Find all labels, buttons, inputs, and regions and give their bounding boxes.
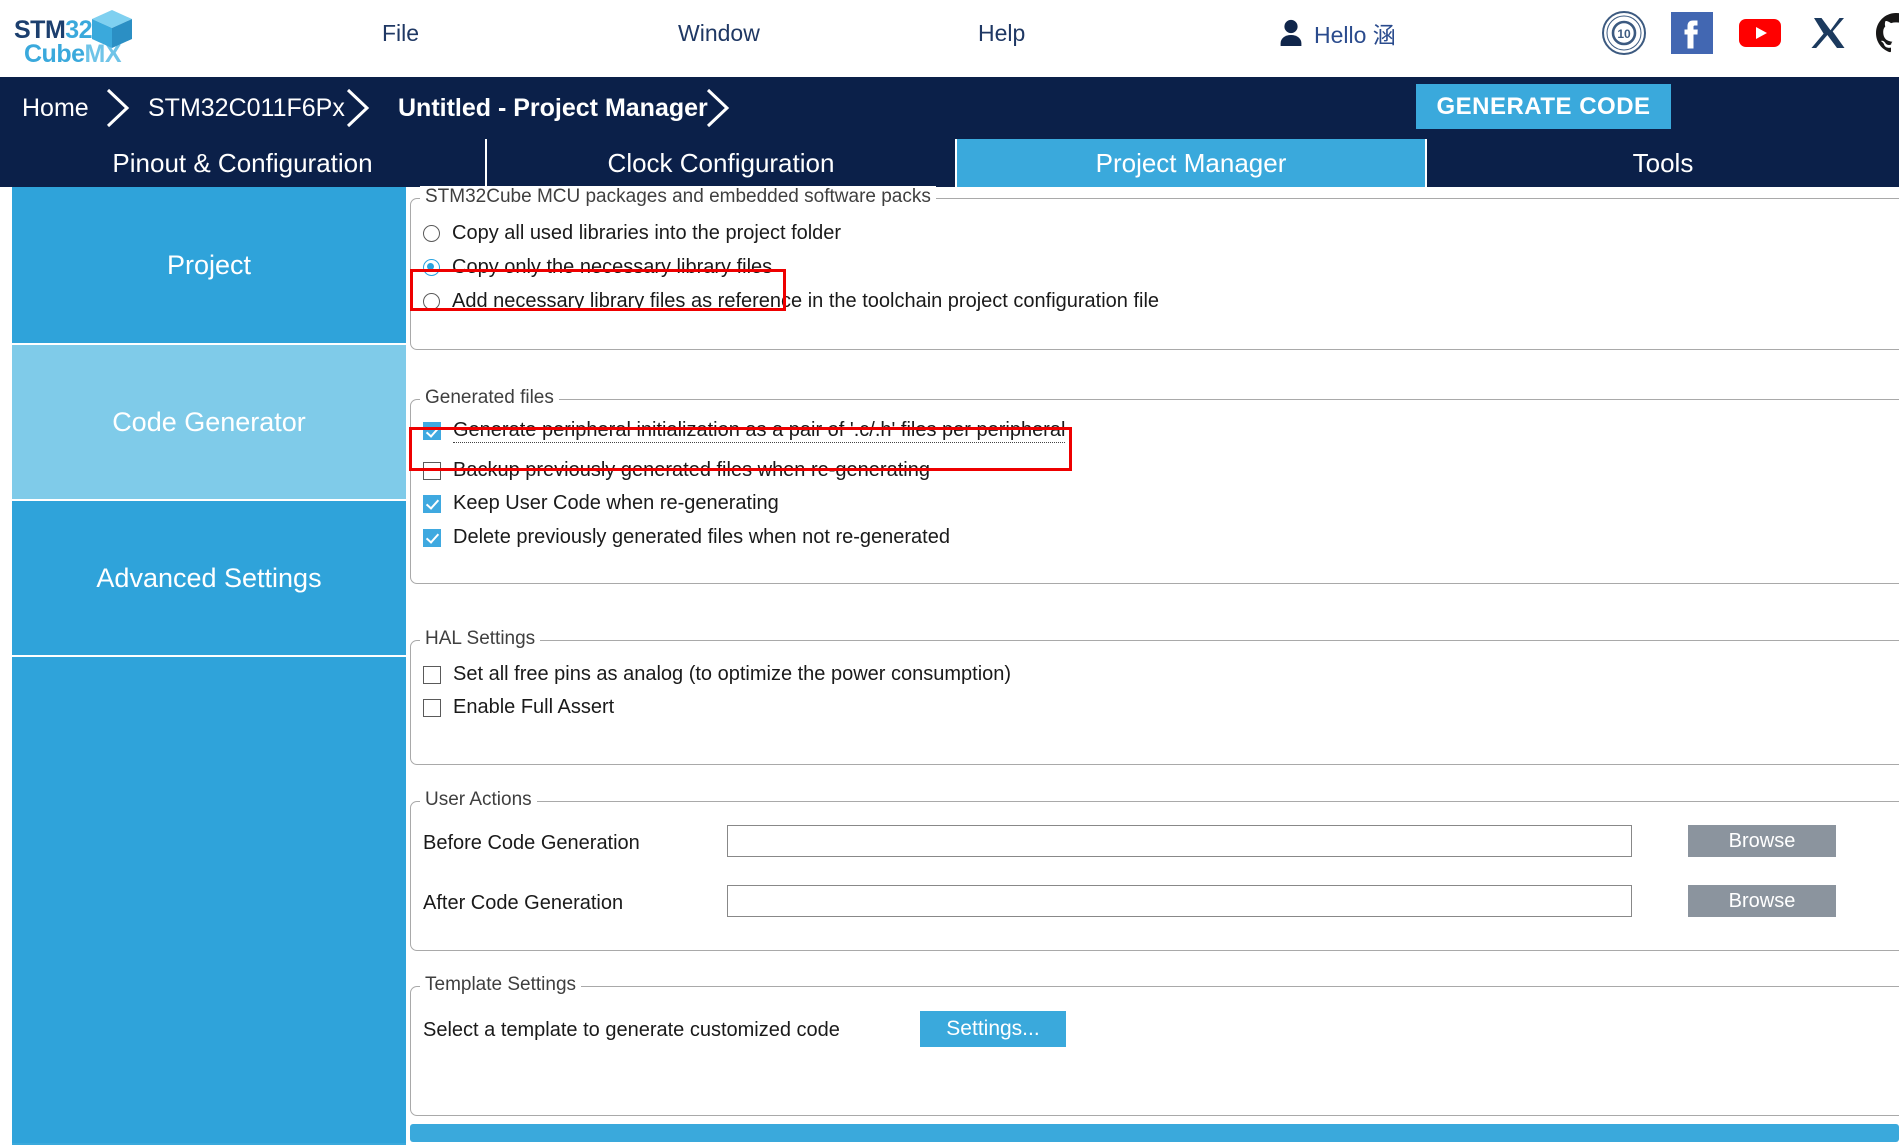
group-mcu-packages-legend: STM32Cube MCU packages and embedded soft… [420,186,936,208]
radio-copy-only-necessary-label: Copy only the necessary library files [452,256,773,278]
checkbox-enable-full-assert[interactable]: Enable Full Assert [423,696,614,719]
checkbox-delete-previous-files-label: Delete previously generated files when n… [453,526,950,548]
menu-item-help[interactable]: Help [978,20,1025,47]
stm32cubemx-logo: STM32 CubeMX [14,6,134,70]
sidebar-item-project[interactable]: Project [12,187,406,345]
radio-icon[interactable] [423,259,440,276]
breadcrumb-item-mcu[interactable]: STM32C011F6Px [148,77,345,139]
top-menu-bar: STM32 CubeMX File Window Help Hello 涵 10 [0,0,1899,77]
menu-item-file[interactable]: File [382,20,419,47]
checkbox-set-free-pins-analog-label: Set all free pins as analog (to optimize… [453,663,1012,685]
checkbox-icon[interactable] [423,665,441,684]
radio-icon[interactable] [423,225,440,242]
social-icons-group: 10 [1601,10,1899,56]
x-twitter-icon[interactable] [1805,10,1851,56]
checkbox-set-free-pins-analog[interactable]: Set all free pins as analog (to optimize… [423,663,1011,686]
checkbox-icon[interactable] [423,494,441,513]
checkbox-backup-previous-files-label: Backup previously generated files when r… [453,459,930,481]
checkbox-keep-user-code[interactable]: Keep User Code when re-generating [423,492,779,515]
user-greeting-text: Hello 涵 [1314,22,1396,48]
sidebar-item-code-generator[interactable]: Code Generator [12,345,406,501]
tab-pinout-configuration[interactable]: Pinout & Configuration [0,139,487,187]
group-hal-settings: HAL Settings Set all free pins as analog… [410,628,1899,765]
checkbox-generate-peripheral-pair[interactable]: Generate peripheral initialization as a … [423,419,1066,443]
code-generator-panel: STM32Cube MCU packages and embedded soft… [406,186,1899,1145]
group-user-actions-legend: User Actions [420,789,537,811]
facebook-icon[interactable] [1669,10,1715,56]
group-hal-settings-legend: HAL Settings [420,628,541,650]
template-settings-button[interactable]: Settings... [920,1011,1066,1047]
before-code-generation-label: Before Code Generation [423,832,640,854]
project-manager-sidebar: Project Code Generator Advanced Settings [12,187,406,1145]
horizontal-scrollbar[interactable] [410,1124,1899,1142]
radio-copy-all-libraries-label: Copy all used libraries into the project… [452,222,842,244]
generate-code-button[interactable]: GENERATE CODE [1416,84,1671,129]
checkbox-icon[interactable] [423,528,441,547]
menu-item-window[interactable]: Window [678,20,760,47]
radio-icon[interactable] [423,293,440,310]
chevron-right-icon [706,88,730,128]
checkbox-keep-user-code-label: Keep User Code when re-generating [453,492,779,514]
youtube-icon[interactable] [1737,10,1783,56]
group-template-settings-legend: Template Settings [420,974,582,996]
checkbox-icon[interactable] [423,461,441,480]
cube-icon [92,10,132,48]
breadcrumb-item-project[interactable]: Untitled - Project Manager [398,77,708,139]
group-template-settings: Template Settings Select a template to g… [410,974,1899,1116]
after-code-generation-browse-button[interactable]: Browse [1688,885,1836,917]
svg-text:10: 10 [1617,27,1631,41]
checkbox-generate-peripheral-pair-label: Generate peripheral initialization as a … [453,419,1066,443]
checkbox-enable-full-assert-label: Enable Full Assert [453,696,615,718]
sidebar-item-advanced-settings[interactable]: Advanced Settings [12,501,406,657]
before-code-generation-input[interactable] [727,825,1632,857]
user-greeting-group[interactable]: Hello 涵 [1278,16,1396,50]
breadcrumb-item-home[interactable]: Home [22,77,89,139]
tab-clock-configuration[interactable]: Clock Configuration [487,139,957,187]
checkbox-icon[interactable] [423,422,441,440]
group-generated-files: Generated files Generate peripheral init… [410,387,1899,584]
radio-add-as-reference[interactable]: Add necessary library files as reference… [423,290,1159,313]
tab-project-manager[interactable]: Project Manager [957,139,1427,187]
checkbox-icon[interactable] [423,698,441,717]
person-icon [1280,19,1302,46]
radio-add-as-reference-label: Add necessary library files as reference… [452,290,1160,312]
sidebar-filler [12,657,406,1143]
chevron-right-icon [106,88,130,128]
after-code-generation-input[interactable] [727,885,1632,917]
main-tabs: Pinout & Configuration Clock Configurati… [0,139,1899,187]
checkbox-delete-previous-files[interactable]: Delete previously generated files when n… [423,526,950,549]
chevron-right-icon [346,88,370,128]
before-code-generation-browse-button[interactable]: Browse [1688,825,1836,857]
template-settings-description: Select a template to generate customized… [423,1019,840,1041]
checkbox-backup-previous-files[interactable]: Backup previously generated files when r… [423,459,930,482]
radio-copy-only-necessary[interactable]: Copy only the necessary library files [423,256,772,279]
group-generated-files-legend: Generated files [420,387,559,409]
after-code-generation-label: After Code Generation [423,892,624,914]
group-user-actions: User Actions Before Code Generation Brow… [410,789,1899,951]
group-mcu-packages: STM32Cube MCU packages and embedded soft… [410,186,1899,350]
radio-copy-all-libraries[interactable]: Copy all used libraries into the project… [423,222,841,245]
anniversary-10-badge-icon[interactable]: 10 [1601,10,1647,56]
content-area: Project Code Generator Advanced Settings… [0,186,1899,1145]
github-icon[interactable] [1873,10,1899,56]
logo-cube-text: Cube [24,40,85,68]
tab-tools[interactable]: Tools [1427,139,1899,187]
